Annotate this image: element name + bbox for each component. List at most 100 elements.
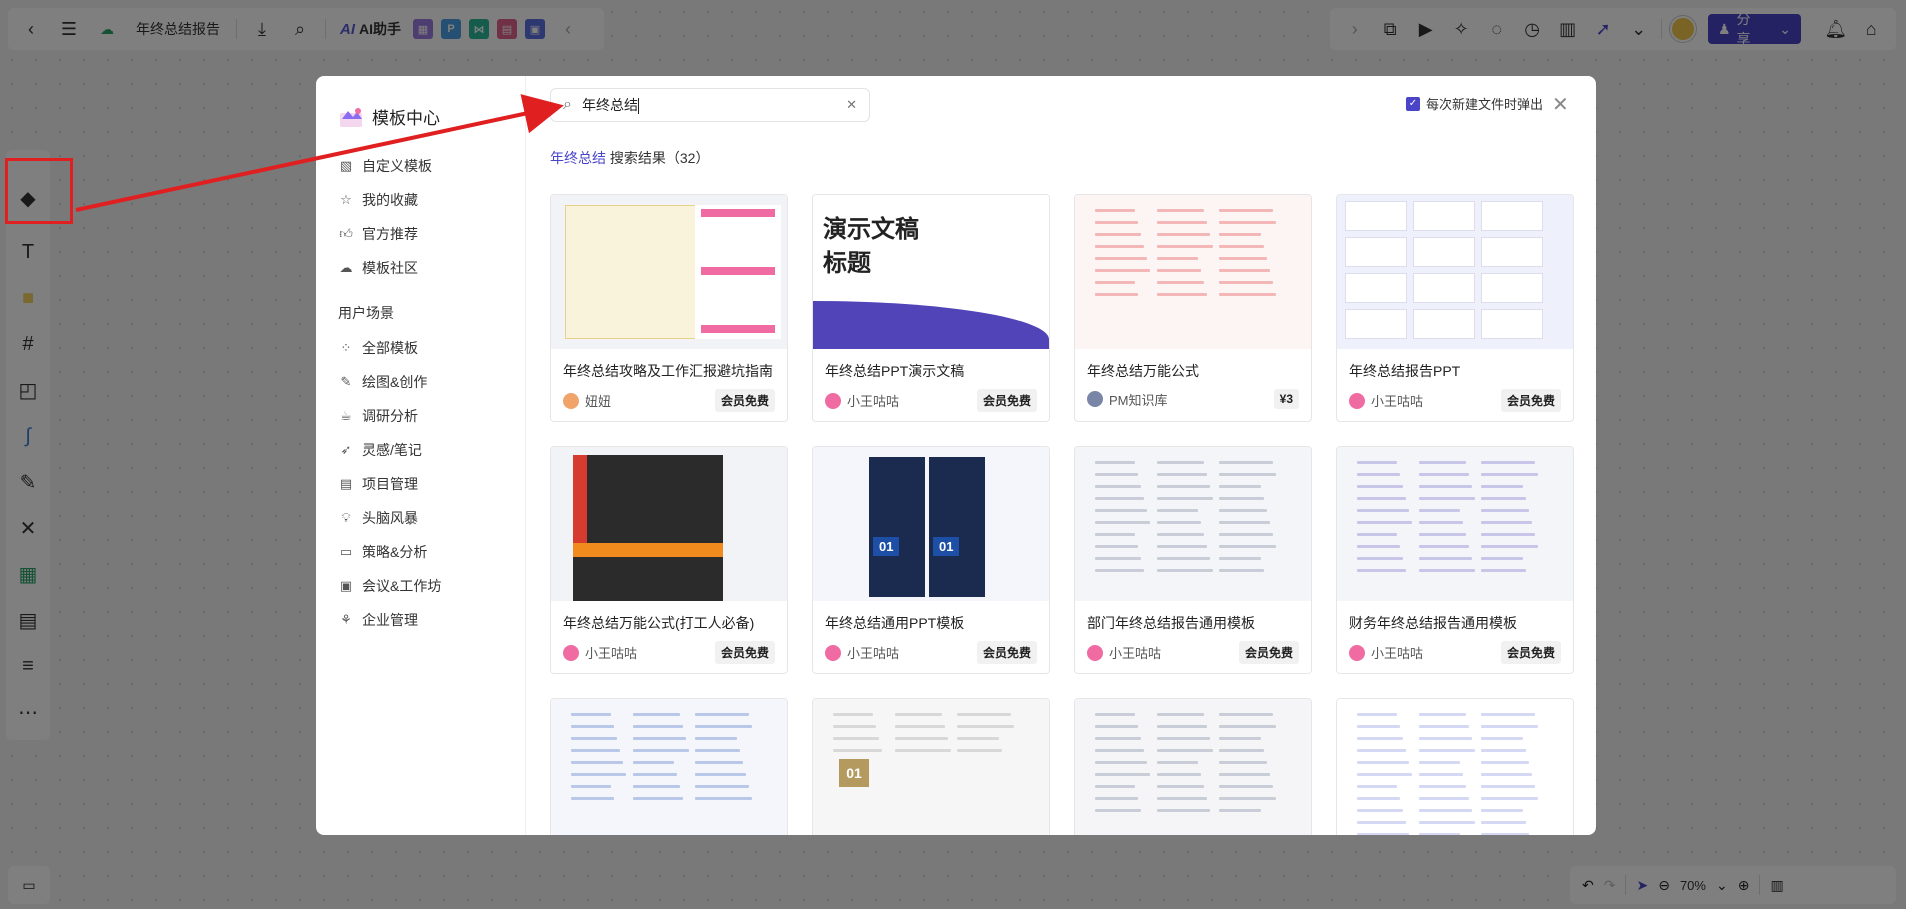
template-thumbnail[interactable] <box>1075 195 1311 349</box>
nav-item-label: 我的收藏 <box>362 192 418 208</box>
author-avatar <box>563 392 579 409</box>
template-thumbnail[interactable] <box>1075 699 1311 835</box>
scene-list: ⁘ 全部模板 ✎ 绘图&创作 ☕︎ 调研分析 ➶ 灵感/笔记 ▤ 项目管理 💡︎ 头脑风暴 ▭ 策略&分析… <box>338 331 525 637</box>
thumb-number: 01 <box>839 759 869 787</box>
template-card[interactable]: 01 <box>812 698 1050 835</box>
thumb-number: 01 <box>933 537 960 556</box>
scene-item[interactable]: ▣ 会议&工作坊 <box>338 569 525 603</box>
close-icon[interactable]: ✕ <box>1552 92 1569 117</box>
author-avatar <box>1087 391 1103 407</box>
template-card[interactable]: 年终总结万能公式(打工人必备) 小王咕咕 会员免费 <box>550 446 788 674</box>
scene-item-label: 项目管理 <box>362 476 418 492</box>
org-icon: ⚘ <box>340 612 352 627</box>
search-value: 年终总结 <box>581 97 638 113</box>
template-card[interactable]: 年终总结万能公式 PM知识库 ¥3 <box>1074 194 1312 422</box>
scene-item[interactable]: ➶ 灵感/笔记 <box>338 433 525 467</box>
doc-icon: ▤ <box>339 476 353 491</box>
nav-item-label: 自定义模板 <box>362 158 432 174</box>
template-thumbnail[interactable]: 01 01 <box>813 447 1049 601</box>
annotation-highlight-box <box>5 158 73 224</box>
template-thumbnail[interactable] <box>1337 447 1573 601</box>
author-name: 小王咕咕 <box>1109 646 1162 661</box>
pen-icon: ✎ <box>340 374 352 389</box>
scene-item[interactable]: ☕︎ 调研分析 <box>338 399 525 433</box>
author-avatar <box>1087 644 1103 661</box>
author-name: 小王咕咕 <box>847 646 900 661</box>
clear-icon[interactable]: ✕ <box>846 97 857 113</box>
author-name: 妞妞 <box>585 394 612 409</box>
price-badge: 会员免费 <box>976 641 1037 664</box>
template-card[interactable]: 财务年终总结报告通用模板 小王咕咕 会员免费 <box>1336 446 1574 674</box>
scene-item-label: 企业管理 <box>362 612 418 628</box>
template-thumbnail[interactable] <box>551 447 787 601</box>
thumb-title-line2: 标题 <box>823 250 871 277</box>
result-keyword: 年终总结 <box>550 150 606 166</box>
template-card[interactable] <box>550 698 788 835</box>
template-author: 妞妞 <box>563 391 611 410</box>
template-name: 年终总结报告PPT <box>1349 363 1461 379</box>
image-icon: ▧ <box>339 158 353 173</box>
scene-item-label: 灵感/笔记 <box>362 442 422 458</box>
price-badge: 会员免费 <box>976 389 1037 412</box>
template-author: 小王咕咕 <box>1349 391 1423 410</box>
template-card[interactable]: 演示文稿 标题 年终总结PPT演示文稿 小王咕咕 会员免费 <box>812 194 1050 422</box>
text-caret <box>637 98 639 115</box>
template-card[interactable]: 部门年终总结报告通用模板小王咕咕 会员免费 <box>1074 446 1312 674</box>
result-count: 搜索结果（32） <box>609 150 710 166</box>
thumb-number: 01 <box>873 537 900 556</box>
template-card[interactable] <box>1074 698 1312 835</box>
grid-icon: ⁘ <box>340 340 352 355</box>
scene-item[interactable]: ⁘ 全部模板 <box>338 331 525 365</box>
template-thumbnail[interactable] <box>1337 195 1573 349</box>
template-card[interactable]: 年终总结攻略及工作汇报避坑指南 妞妞 会员免费 <box>550 194 788 422</box>
scene-item[interactable]: ✎ 绘图&创作 <box>338 365 525 399</box>
checkbox-checked-icon[interactable]: ✓ <box>1406 96 1420 111</box>
strategy-icon: ▭ <box>339 544 353 559</box>
cup-icon: ☕︎ <box>340 408 352 423</box>
template-name: 财务年终总结报告通用模板 <box>1349 615 1517 631</box>
scene-item[interactable]: ⚘ 企业管理 <box>338 603 525 637</box>
price-badge: 会员免费 <box>1238 641 1299 664</box>
template-card[interactable] <box>1336 698 1574 835</box>
template-author: PM知识库 <box>1087 390 1168 409</box>
template-thumbnail[interactable]: 演示文稿 标题 <box>813 195 1049 349</box>
template-name: 年终总结通用PPT模板 <box>825 615 965 631</box>
template-card[interactable]: 年终总结报告PPT 小王咕咕 会员免费 <box>1336 194 1574 422</box>
template-thumbnail[interactable] <box>1337 699 1573 835</box>
author-avatar <box>1349 644 1365 661</box>
scene-item-label: 调研分析 <box>362 408 418 424</box>
nav-item[interactable]: 👍︎ 官方推荐 <box>338 217 525 251</box>
author-avatar <box>1349 392 1365 409</box>
author-name: PM知识库 <box>1109 392 1168 408</box>
scene-item[interactable]: 💡︎ 头脑风暴 <box>338 501 525 535</box>
scene-item-label: 绘图&创作 <box>362 374 428 390</box>
author-name: 小王咕咕 <box>1371 646 1424 661</box>
template-thumbnail[interactable] <box>551 699 787 835</box>
price-badge: 会员免费 <box>714 389 775 412</box>
scene-item[interactable]: ▭ 策略&分析 <box>338 535 525 569</box>
scene-item-label: 头脑风暴 <box>362 510 418 526</box>
author-name: 小王咕咕 <box>585 646 638 661</box>
search-input[interactable]: 年终总结 <box>582 95 836 115</box>
template-thumbnail[interactable]: 01 <box>813 699 1049 835</box>
template-name: 年终总结万能公式 <box>1087 363 1199 379</box>
nav-item[interactable]: ☆ 我的收藏 <box>338 183 525 217</box>
template-thumbnail[interactable] <box>551 195 787 349</box>
template-center-modal: 模板中心 ▧ 自定义模板 ☆ 我的收藏 👍︎ 官方推荐 ☁ 模板社区 用户场景 ⁘ 全部模板 ✎ 绘… <box>316 76 1596 835</box>
search-box[interactable]: ⌕ 年终总结 ✕ <box>550 88 870 122</box>
nav-item[interactable]: ☁ 模板社区 <box>338 251 525 285</box>
template-name: 部门年终总结报告通用模板 <box>1087 615 1255 631</box>
price-badge: 会员免费 <box>714 641 775 664</box>
price-badge: ¥3 <box>1273 389 1299 409</box>
nav-item[interactable]: ▧ 自定义模板 <box>338 149 525 183</box>
scene-item[interactable]: ▤ 项目管理 <box>338 467 525 501</box>
template-card[interactable]: 01 01 年终总结通用PPT模板小王咕咕 会员免费 <box>812 446 1050 674</box>
template-author: 小王咕咕 <box>825 391 899 410</box>
popup-option[interactable]: ✓ 每次新建文件时弹出 <box>1406 94 1543 113</box>
results-summary: 年终总结 搜索结果（32） <box>550 148 709 168</box>
thumb-title-line1: 演示文稿 <box>823 216 919 243</box>
template-thumbnail[interactable] <box>1075 447 1311 601</box>
template-author: 小王咕咕 <box>1087 643 1161 662</box>
template-grid: 年终总结攻略及工作汇报避坑指南 妞妞 会员免费 演示文稿 标题 年终总结PPT演示文稿 小王… <box>550 194 1574 835</box>
rocket-icon: ➶ <box>340 442 352 457</box>
